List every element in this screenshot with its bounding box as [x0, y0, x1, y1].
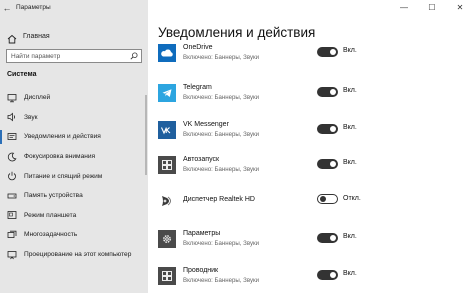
sidebar-item-storage[interactable]: Память устройства	[0, 186, 148, 206]
sidebar-item-label: Память устройства	[24, 192, 83, 200]
toggle-knob	[330, 89, 336, 95]
sound-icon	[7, 112, 17, 122]
window-title: Параметры	[16, 4, 51, 11]
close-button[interactable]: ✕	[446, 0, 474, 15]
toggle-knob	[330, 49, 336, 55]
notification-toggle[interactable]	[317, 47, 338, 57]
autoplay-icon	[158, 156, 176, 174]
maximize-button[interactable]: ☐	[418, 0, 446, 15]
app-row-onedrive[interactable]: OneDrive Включено: Баннеры, Звуки Вкл.	[158, 42, 458, 70]
storage-icon	[7, 191, 17, 201]
app-name: OneDrive	[183, 44, 213, 51]
app-name: Параметры	[183, 230, 221, 237]
search-icon[interactable]	[127, 50, 141, 62]
settings-gear-icon	[158, 230, 176, 248]
explorer-icon	[158, 267, 176, 285]
main-panel: — ☐ ✕ Уведомления и действия OneDrive Вк…	[148, 0, 474, 293]
page-title: Уведомления и действия	[158, 25, 316, 40]
moon-icon	[7, 152, 17, 162]
sidebar-item-label: Проецирование на этот компьютер	[24, 251, 132, 259]
notification-toggle[interactable]	[317, 270, 338, 280]
projecting-icon	[7, 250, 17, 260]
window-controls: — ☐ ✕	[390, 0, 474, 15]
app-row-settings[interactable]: Параметры Включено: Баннеры, Звуки Вкл.	[158, 228, 458, 256]
app-row-explorer[interactable]: Проводник Включено: Баннеры, Звуки Вкл.	[158, 265, 458, 293]
app-name: Автозапуск	[183, 156, 220, 163]
power-icon	[7, 171, 17, 181]
app-notification-status: Включено: Баннеры, Звуки	[183, 54, 260, 61]
app-row-vk-messenger[interactable]: VK Messenger Включено: Баннеры, Звуки Вк…	[158, 119, 458, 147]
app-notification-status: Включено: Баннеры, Звуки	[183, 131, 260, 138]
app-row-realtek[interactable]: Диспетчер Realtek HD Откл.	[158, 190, 458, 218]
app-name: Проводник	[183, 267, 219, 274]
toggle-knob	[330, 161, 336, 167]
sidebar-item-label: Питание и спящий режим	[24, 172, 103, 180]
notification-toggle[interactable]	[317, 159, 338, 169]
notification-toggle[interactable]	[317, 124, 338, 134]
toggle-state-label: Откл.	[343, 195, 361, 202]
toggle-state-label: Вкл.	[343, 233, 357, 240]
sidebar: ← Параметры Главная Найти параметр Систе…	[0, 0, 148, 293]
sidebar-item-display[interactable]: Дисплей	[0, 88, 148, 108]
app-row-telegram[interactable]: Telegram Включено: Баннеры, Звуки Вкл.	[158, 82, 458, 110]
sidebar-item-projecting[interactable]: Проецирование на этот компьютер	[0, 245, 148, 265]
toggle-state-label: Вкл.	[343, 124, 357, 131]
section-label-system: Система	[7, 71, 37, 78]
sidebar-item-tablet-mode[interactable]: Режим планшета	[0, 206, 148, 226]
sidebar-item-focus-assist[interactable]: Фокусировка внимания	[0, 147, 148, 167]
multitask-icon	[7, 230, 17, 240]
toggle-knob	[330, 126, 336, 132]
display-icon	[7, 93, 17, 103]
onedrive-icon	[158, 44, 176, 62]
app-name: Telegram	[183, 84, 212, 91]
minimize-button[interactable]: —	[390, 0, 418, 15]
app-notification-status: Включено: Баннеры, Звуки	[183, 240, 260, 247]
notification-toggle[interactable]	[317, 87, 338, 97]
toggle-knob	[319, 196, 326, 202]
sidebar-scrollbar[interactable]	[145, 95, 147, 175]
notifications-icon	[7, 132, 17, 142]
app-row-autoplay[interactable]: Автозапуск Включено: Баннеры, Звуки Вкл.	[158, 154, 458, 182]
search-placeholder: Найти параметр	[11, 52, 61, 60]
app-notification-status: Включено: Баннеры, Звуки	[183, 94, 260, 101]
notification-toggle[interactable]	[317, 194, 338, 204]
sidebar-item-notifications[interactable]: Уведомления и действия	[0, 127, 148, 147]
toggle-knob	[330, 235, 336, 241]
toggle-knob	[330, 272, 336, 278]
search-input[interactable]: Найти параметр	[6, 49, 142, 63]
back-arrow-icon[interactable]: ←	[0, 0, 14, 15]
sidebar-item-sound[interactable]: Звук	[0, 108, 148, 128]
app-notification-status: Включено: Баннеры, Звуки	[183, 277, 260, 284]
toggle-state-label: Вкл.	[343, 87, 357, 94]
app-notification-status: Включено: Баннеры, Звуки	[183, 166, 260, 173]
sidebar-item-label: Дисплей	[24, 94, 51, 102]
notification-toggle[interactable]	[317, 233, 338, 243]
toggle-state-label: Вкл.	[343, 270, 357, 277]
home-nav-item[interactable]: Главная	[0, 29, 148, 44]
sidebar-item-label: Звук	[24, 113, 38, 121]
toggle-state-label: Вкл.	[343, 159, 357, 166]
sidebar-item-label: Уведомления и действия	[24, 133, 101, 141]
sidebar-item-label: Режим планшета	[24, 211, 77, 219]
titlebar-left: ← Параметры	[0, 0, 148, 15]
telegram-icon	[158, 84, 176, 102]
realtek-icon	[158, 192, 176, 210]
sidebar-item-label: Фокусировка внимания	[24, 153, 96, 161]
home-label: Главная	[23, 32, 50, 40]
app-name: VK Messenger	[183, 121, 229, 128]
sidebar-item-power[interactable]: Питание и спящий режим	[0, 166, 148, 186]
nav-list: Дисплей Звук Уведомления и действия Фоку…	[0, 88, 148, 264]
toggle-state-label: Вкл.	[343, 47, 357, 54]
sidebar-item-label: Многозадачность	[24, 231, 78, 239]
home-icon	[7, 31, 17, 44]
tablet-icon	[7, 210, 17, 220]
app-name: Диспетчер Realtek HD	[183, 196, 255, 203]
sidebar-item-multitasking[interactable]: Многозадачность	[0, 225, 148, 245]
vk-icon	[158, 121, 176, 139]
